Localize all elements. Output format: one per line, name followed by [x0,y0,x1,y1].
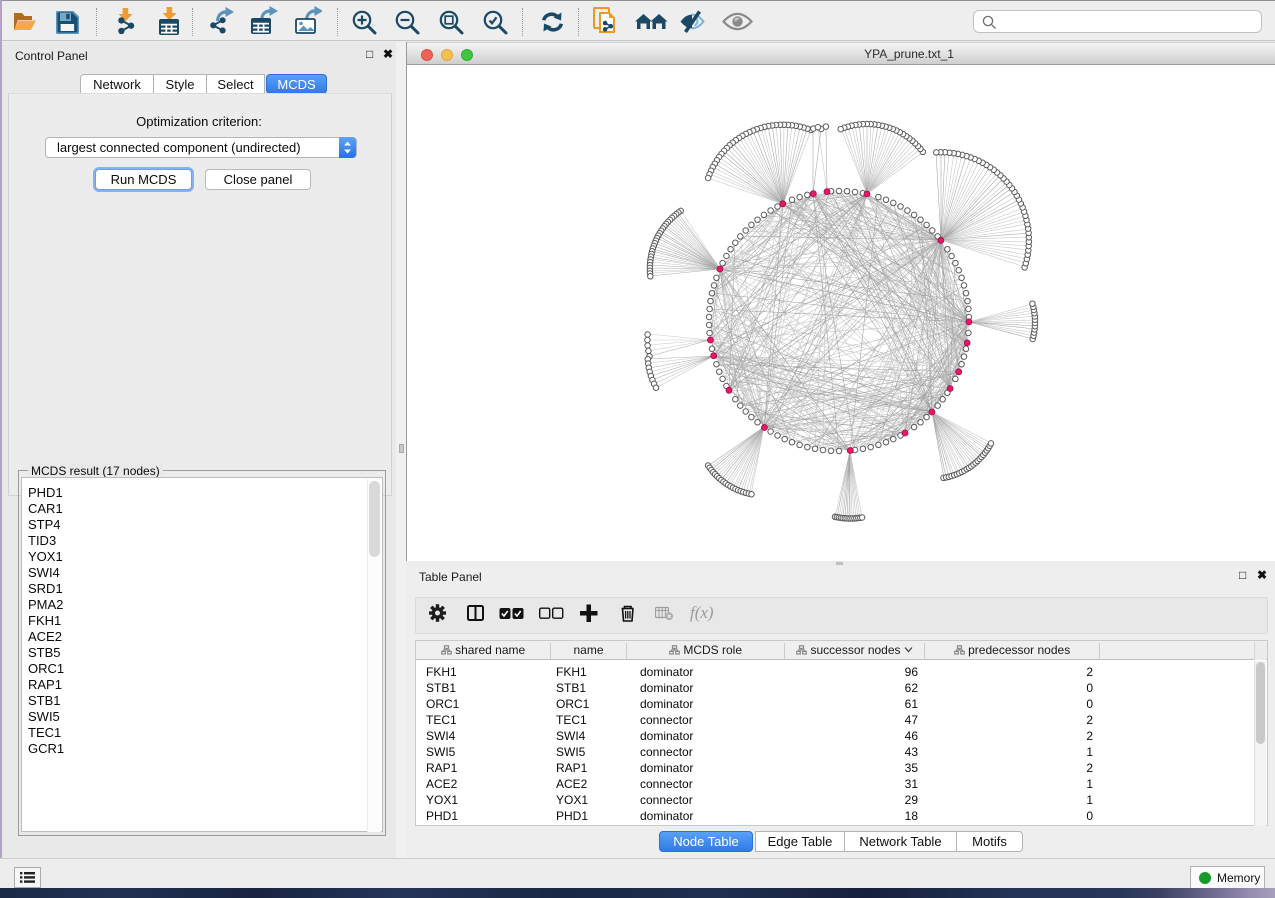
svg-text:f(x): f(x) [690,604,714,622]
